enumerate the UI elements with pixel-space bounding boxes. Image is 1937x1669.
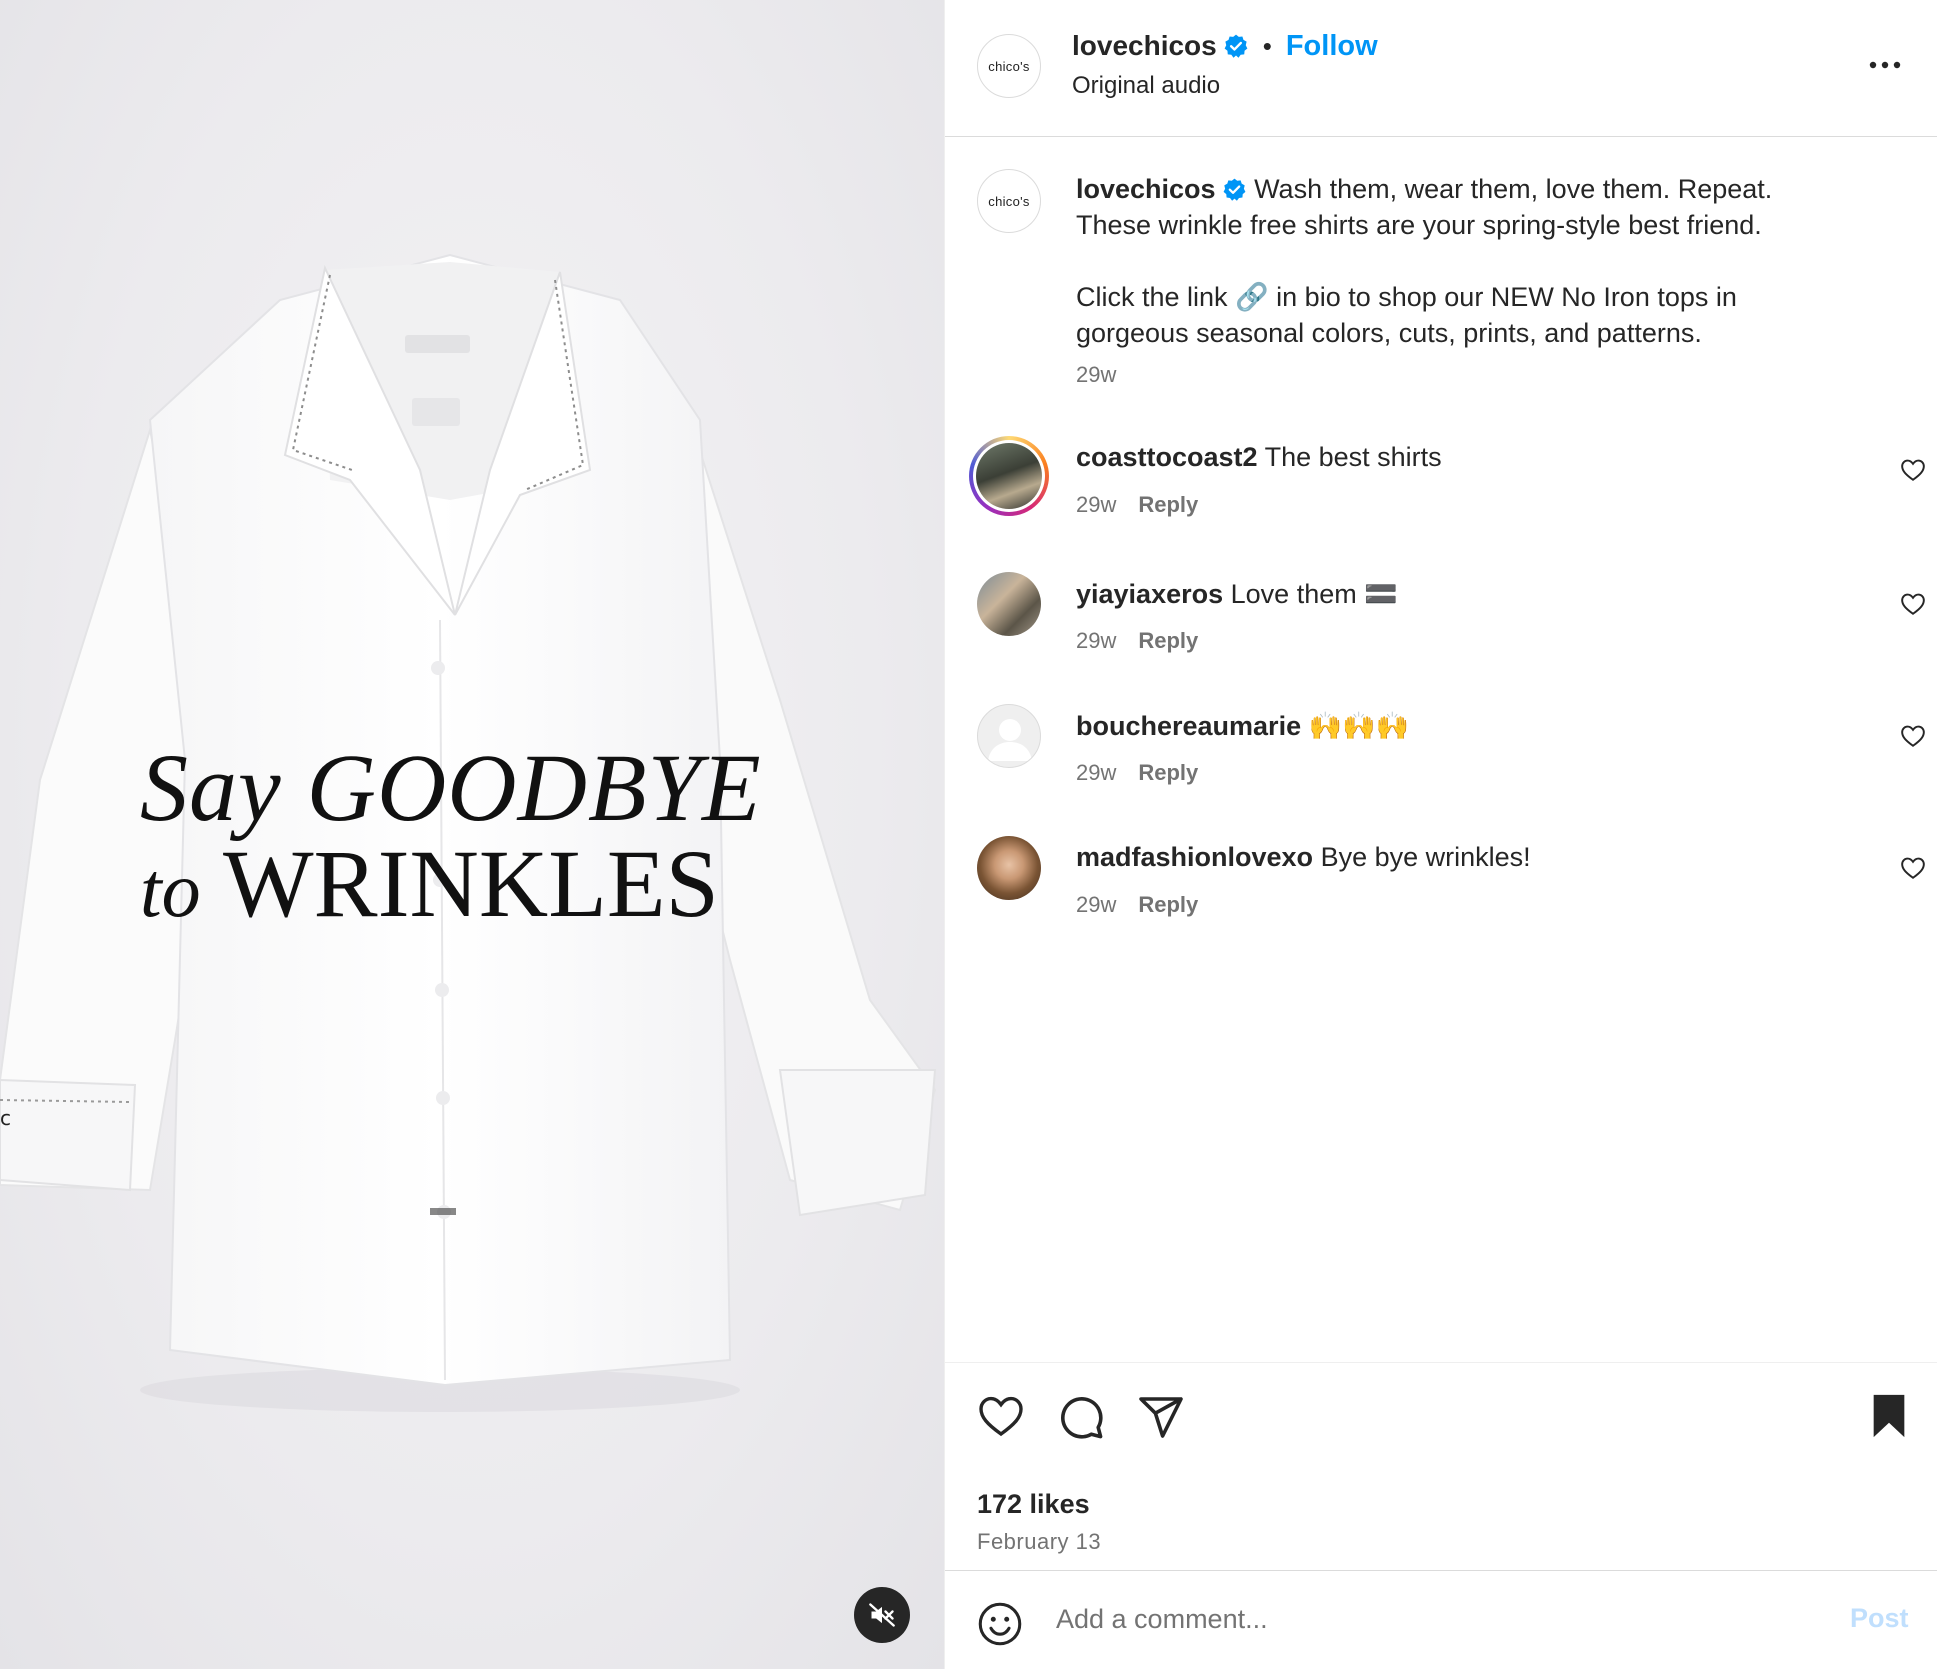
comment-time[interactable]: 29w — [1076, 760, 1116, 785]
default-avatar-icon[interactable] — [977, 704, 1041, 768]
reply-button[interactable]: Reply — [1138, 760, 1198, 785]
comment-text: Bye bye wrinkles! — [1320, 842, 1531, 872]
reply-button[interactable]: Reply — [1138, 628, 1198, 653]
comment-body: coasttocoast2 The best shirts — [1076, 442, 1442, 473]
caption-line4: gorgeous seasonal colors, cuts, prints, … — [1076, 318, 1702, 348]
comment-avatar[interactable] — [977, 836, 1041, 900]
bookmark-saved-icon[interactable] — [1869, 1393, 1909, 1439]
author-avatar-text: chico's — [988, 58, 1030, 74]
comment-time[interactable]: 29w — [1076, 892, 1116, 917]
headline-line2-wrinkles: WRINKLES — [222, 830, 719, 937]
verified-badge-icon — [1224, 34, 1248, 58]
heart-icon[interactable] — [1900, 458, 1926, 482]
heart-icon[interactable] — [1900, 856, 1926, 880]
emoji-icon[interactable] — [977, 1601, 1023, 1647]
comment-meta: 29w Reply — [1076, 492, 1198, 518]
comment-text: Love them 🟰 — [1230, 579, 1398, 609]
post-actions: 172 likes February 13 — [945, 1362, 1937, 1570]
headline-line2-to: to — [140, 846, 201, 933]
comment-bubble-icon[interactable] — [1057, 1393, 1105, 1441]
comment-time[interactable]: 29w — [1076, 492, 1116, 517]
speaker-muted-icon — [869, 1603, 895, 1627]
like-heart-icon[interactable] — [977, 1393, 1025, 1439]
comment-composer: Post — [945, 1570, 1937, 1669]
header-user-row: lovechicos • Follow — [1072, 30, 1378, 63]
comment-username[interactable]: bouchereaumarie — [1076, 711, 1301, 741]
comment-item: yiayiaxeros Love them 🟰 29w Reply — [945, 572, 1937, 682]
post-panel: chico's lovechicos • Follow Original audio… — [944, 0, 1937, 1669]
comment-username[interactable]: coasttocoast2 — [1076, 442, 1258, 472]
comment-item: coasttocoast2 The best shirts 29w Reply — [945, 436, 1937, 546]
caption-line3: Click the link 🔗 in bio to shop our NEW … — [1076, 282, 1737, 312]
more-options-icon[interactable] — [1865, 50, 1905, 80]
svg-text:c: c — [0, 1106, 11, 1130]
comment-item: bouchereaumarie 🙌🙌🙌 29w Reply — [945, 704, 1937, 814]
header-username[interactable]: lovechicos — [1072, 30, 1217, 61]
caption-line1: Wash them, wear them, love them. Repeat. — [1254, 174, 1773, 204]
verified-badge-icon — [1223, 178, 1245, 201]
comment-meta: 29w Reply — [1076, 760, 1198, 786]
comment-body: madfashionlovexo Bye bye wrinkles! — [1076, 842, 1531, 873]
comment-time[interactable]: 29w — [1076, 628, 1116, 653]
post-date[interactable]: February 13 — [977, 1529, 1101, 1555]
post-comment-button[interactable]: Post — [1850, 1603, 1909, 1634]
reply-button[interactable]: Reply — [1138, 892, 1198, 917]
share-paper-plane-icon[interactable] — [1137, 1393, 1185, 1441]
caption-line2: These wrinkle free shirts are your sprin… — [1076, 210, 1762, 240]
comment-avatar[interactable] — [977, 572, 1041, 636]
headline-line2: to WRINKLES — [140, 836, 840, 938]
reply-button[interactable]: Reply — [1138, 492, 1198, 517]
caption-avatar-text: chico's — [988, 193, 1030, 209]
heart-icon[interactable] — [1900, 592, 1926, 616]
comment-input[interactable] — [1056, 1597, 1756, 1641]
comment-body: yiayiaxeros Love them 🟰 — [1076, 578, 1398, 610]
headline-line1: Say GOODBYE — [140, 734, 762, 841]
post-header: chico's lovechicos • Follow Original audio — [945, 0, 1937, 137]
caption-timestamp[interactable]: 29w — [1076, 362, 1116, 388]
headline-overlay: Say GOODBYE to WRINKLES — [140, 740, 840, 938]
mute-button[interactable] — [854, 1587, 910, 1643]
follow-button[interactable]: Follow — [1286, 30, 1378, 62]
caption-username[interactable]: lovechicos — [1076, 174, 1216, 204]
heart-icon[interactable] — [1900, 724, 1926, 748]
header-separator: • — [1262, 31, 1272, 61]
likes-count[interactable]: 172 likes — [977, 1489, 1090, 1520]
comment-text: 🙌🙌🙌 — [1308, 711, 1410, 741]
caption-text: lovechicos Wash them, wear them, love th… — [1076, 171, 1856, 351]
comment-meta: 29w Reply — [1076, 628, 1198, 654]
author-avatar[interactable]: chico's — [977, 34, 1041, 98]
comment-body: bouchereaumarie 🙌🙌🙌 — [1076, 710, 1409, 742]
comment-avatar-story-ring[interactable] — [969, 436, 1049, 516]
comment-item: madfashionlovexo Bye bye wrinkles! 29w Re… — [945, 836, 1937, 946]
original-audio-link[interactable]: Original audio — [1072, 72, 1220, 100]
comment-meta: 29w Reply — [1076, 892, 1198, 918]
comment-username[interactable]: yiayiaxeros — [1076, 579, 1223, 609]
comment-text: The best shirts — [1264, 442, 1442, 472]
comment-username[interactable]: madfashionlovexo — [1076, 842, 1313, 872]
caption-avatar[interactable]: chico's — [977, 169, 1041, 233]
post-media[interactable]: c Say GOODBYE to WRINKLES — [0, 0, 944, 1669]
